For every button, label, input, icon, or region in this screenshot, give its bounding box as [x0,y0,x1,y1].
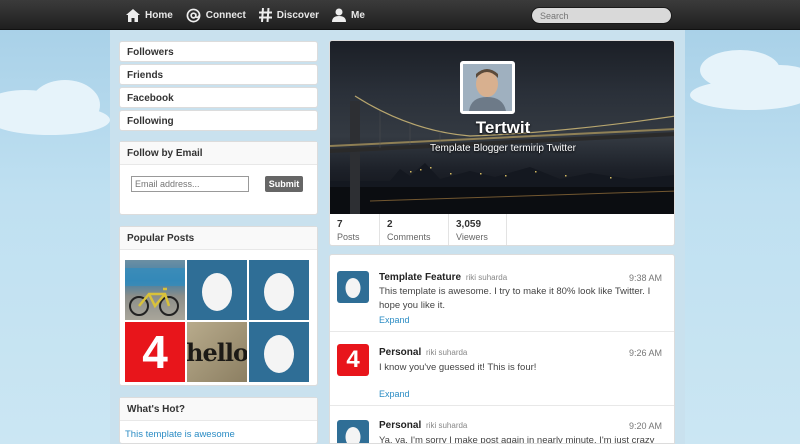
hello-image-text: hello [187,337,247,367]
popular-post-thumb[interactable] [249,322,309,382]
stat-viewers-label: Viewers [456,232,488,242]
profile-card: Tertwit Template Blogger termirip Twitte… [329,40,675,246]
whats-hot-widget: What's Hot? This template is awesome [119,397,318,444]
home-icon [126,8,140,22]
sidebar-item-label: Facebook [127,93,174,104]
widget-title: What's Hot? [120,398,317,421]
post-title-text: Personal [379,347,422,358]
post-title-text: Template Feature [379,272,462,283]
stat-viewers-value: 3,059 [456,219,482,230]
stat-comments[interactable]: 2 Comments [380,214,449,245]
nav-discover-label: Discover [276,9,320,21]
stat-posts-label: Posts [337,232,360,242]
profile-banner: Tertwit Template Blogger termirip Twitte… [330,41,674,214]
post-body: I know you've guessed it! This is four! [379,362,537,373]
post-thumbnail [337,271,369,303]
expand-link[interactable]: Expand [379,315,410,325]
profile-bio: Template Blogger termirip Twitter [430,143,576,154]
profile-name: Tertwit [475,118,531,137]
stat-viewers[interactable]: 3,059 Viewers [449,214,507,245]
popular-post-thumb[interactable] [249,260,309,320]
post-time: 9:38 AM [628,273,662,283]
post-author: riki suharda [426,348,468,357]
post-body: This template is awesome. I try to make … [379,286,651,311]
nav-connect-label: Connect [205,9,246,21]
avatar[interactable] [460,61,515,114]
sidebar-item-friends[interactable]: Friends [119,64,318,85]
whats-hot-link[interactable]: This template is awesome [120,421,317,440]
sidebar-item-label: Following [127,116,174,127]
post-timeline: Template Feature riki suharda 9:38 AM Th… [329,254,675,444]
popular-post-thumb[interactable]: hello [187,322,247,382]
popular-post-thumb[interactable] [187,260,247,320]
post-title-text: Personal [379,420,422,431]
submit-button[interactable]: Submit [265,176,303,192]
egg-icon [345,278,361,298]
sidebar-item-label: Followers [127,47,174,58]
stat-comments-value: 2 [387,219,393,230]
bicycle-image [125,268,185,316]
search-input[interactable] [531,7,672,24]
hash-icon [258,8,272,22]
egg-icon [264,273,294,311]
popular-posts-widget: Popular Posts 4 hello [119,226,318,386]
main-nav: Home Connect Discover Me [126,0,378,30]
stat-posts-value: 7 [337,219,343,230]
nav-home-label: Home [145,9,173,21]
nav-home[interactable]: Home [126,8,173,22]
at-icon [186,8,201,22]
nav-connect[interactable]: Connect [186,8,246,23]
post-title[interactable]: Template Feature riki suharda [379,272,507,283]
child-photo [463,64,512,111]
post-author: riki suharda [426,421,468,430]
egg-icon [345,427,361,443]
post-item[interactable]: Template Feature riki suharda 9:38 AM Th… [330,255,674,331]
popular-posts-grid: 4 hello [125,260,309,382]
widget-title: Popular Posts [120,227,317,250]
sidebar-item-following[interactable]: Following [119,110,318,131]
post-author: riki suharda [465,273,508,282]
post-time: 9:20 AM [628,421,662,431]
egg-icon [202,273,232,311]
email-field[interactable] [131,176,249,192]
nav-me-label: Me [351,9,365,21]
post-title[interactable]: Personal riki suharda [379,347,467,358]
follow-by-email-widget: Follow by Email Submit [119,141,318,215]
sidebar-item-facebook[interactable]: Facebook [119,87,318,108]
egg-icon [264,335,294,373]
person-icon [332,8,347,22]
widget-title: Follow by Email [120,142,317,165]
four-image-text: 4 [142,326,168,378]
post-title[interactable]: Personal riki suharda [379,420,467,431]
four-image-text: 4 [346,346,360,373]
profile-stats: 7 Posts 2 Comments 3,059 Viewers [330,214,674,245]
popular-post-thumb[interactable]: 4 [125,322,185,382]
stat-comments-label: Comments [387,232,431,242]
stat-posts[interactable]: 7 Posts [330,214,380,245]
nav-discover[interactable]: Discover [258,8,320,22]
top-navigation-bar: Home Connect Discover Me [0,0,800,30]
expand-link[interactable]: Expand [379,389,410,399]
sidebar-item-label: Friends [127,70,164,81]
popular-post-thumb[interactable] [125,260,185,320]
post-thumbnail [337,420,369,443]
post-item[interactable]: 4 Personal riki suharda 9:26 AM I know y… [330,331,674,405]
post-body: Ya, ya. I'm sorry I make post again in n… [379,435,655,444]
post-time: 9:26 AM [628,348,662,358]
nav-me[interactable]: Me [332,8,365,22]
post-thumbnail: 4 [337,344,369,376]
post-item[interactable]: Personal riki suharda 9:20 AM Ya, ya. I'… [330,405,674,444]
sidebar-item-followers[interactable]: Followers [119,41,318,62]
